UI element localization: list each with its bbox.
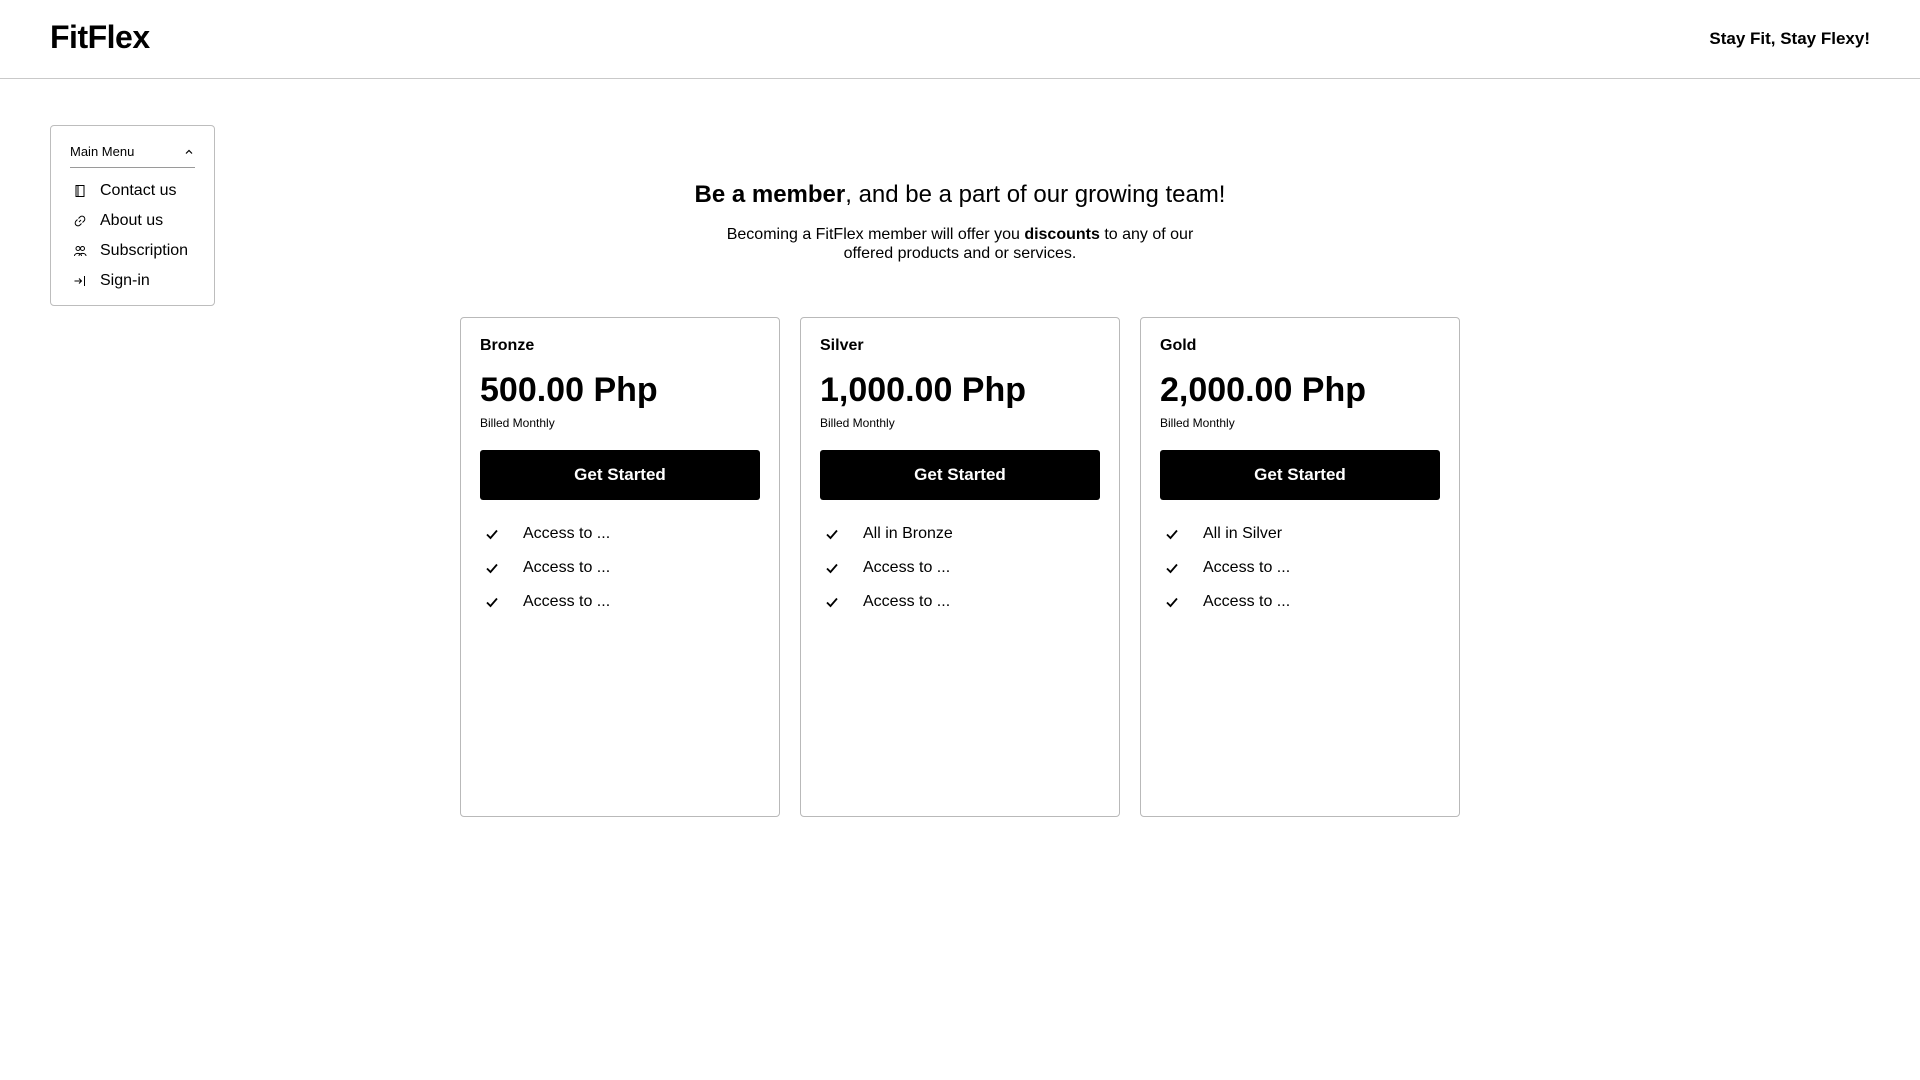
check-icon [1166,529,1178,540]
feature-item: All in Bronze [820,517,1100,551]
feature-item: Access to ... [820,551,1100,585]
logo[interactable]: FitFlex [50,19,150,56]
check-icon [826,529,838,540]
feature-item: Access to ... [480,517,760,551]
feature-label: All in Silver [1203,525,1283,542]
menu-item-contact-us[interactable]: Contact us [70,176,195,206]
chevron-up-icon [185,149,193,154]
feature-label: Access to ... [1203,559,1291,576]
hero-title-rest: , and be a part of our growing team! [845,181,1226,208]
plan-billing: Billed Monthly [1160,416,1235,430]
plan-tier: Gold [1160,337,1197,354]
menu-item-about-us[interactable]: About us [70,206,195,236]
sign-in-icon [74,276,85,286]
plan-tier: Silver [820,337,864,354]
hero-section: Be a member, and be a part of our growin… [560,177,1360,263]
plan-features: All in Bronze Access to ... Access to ..… [820,517,1100,619]
main-menu-toggle[interactable]: Main Menu [70,136,195,168]
check-icon [826,563,838,574]
check-icon [1166,563,1178,574]
main-menu-list: Contact us About us Subscription Sign-in [70,176,195,296]
feature-item: Access to ... [480,585,760,619]
get-started-button[interactable]: Get Started [1160,450,1440,500]
check-icon [486,597,498,608]
menu-item-label: Contact us [100,182,177,199]
feature-item: Access to ... [1160,551,1440,585]
plan-features: Access to ... Access to ... Access to ..… [480,517,760,619]
hero-subtitle-start: Becoming a FitFlex member will offer you [726,226,1025,243]
feature-label: Access to ... [863,559,951,576]
hero-title: Be a member, and be a part of our growin… [560,177,1360,213]
menu-item-label: Subscription [100,242,189,259]
link-icon [74,215,86,227]
tagline: Stay Fit, Stay Flexy! [1709,29,1870,48]
feature-item: Access to ... [480,551,760,585]
hero-subtitle-emphasis: discounts [1024,226,1100,243]
plan-billing: Billed Monthly [480,416,555,430]
hero-title-emphasis: Be a member [694,181,846,208]
check-icon [486,563,498,574]
check-icon [1166,597,1178,608]
feature-item: Access to ... [820,585,1100,619]
plan-features: All in Silver Access to ... Access to ..… [1160,517,1440,619]
plan-price: 2,000.00 Php [1160,371,1367,409]
feature-label: Access to ... [863,593,951,610]
feature-item: All in Silver [1160,517,1440,551]
users-icon [74,246,87,257]
feature-item: Access to ... [1160,585,1440,619]
menu-item-label: Sign-in [100,272,150,289]
plan-billing: Billed Monthly [820,416,895,430]
top-header: FitFlex Stay Fit, Stay Flexy! [0,0,1920,79]
check-icon [826,597,838,608]
plan-card-gold: Gold 2,000.00 Php Billed Monthly Get Sta… [1140,317,1460,817]
check-icon [486,529,498,540]
feature-label: Access to ... [1203,593,1291,610]
book-icon [75,185,85,197]
plan-tier: Bronze [480,337,535,354]
main-menu: Main Menu Contact us About us Subscripti… [50,125,215,306]
main-menu-title: Main Menu [70,144,135,159]
get-started-button[interactable]: Get Started [480,450,760,500]
feature-label: All in Bronze [863,525,953,542]
plan-price: 1,000.00 Php [820,371,1027,409]
plan-card-silver: Silver 1,000.00 Php Billed Monthly Get S… [800,317,1120,817]
menu-item-label: About us [100,212,164,229]
feature-label: Access to ... [523,593,611,610]
get-started-button[interactable]: Get Started [820,450,1100,500]
plan-card-bronze: Bronze 500.00 Php Billed Monthly Get Sta… [460,317,780,817]
menu-item-subscription[interactable]: Subscription [70,236,195,266]
plan-price: 500.00 Php [480,371,658,409]
feature-label: Access to ... [523,525,611,542]
feature-label: Access to ... [523,559,611,576]
menu-item-sign-in[interactable]: Sign-in [70,266,195,296]
hero-subtitle: Becoming a FitFlex member will offer you… [705,225,1215,263]
